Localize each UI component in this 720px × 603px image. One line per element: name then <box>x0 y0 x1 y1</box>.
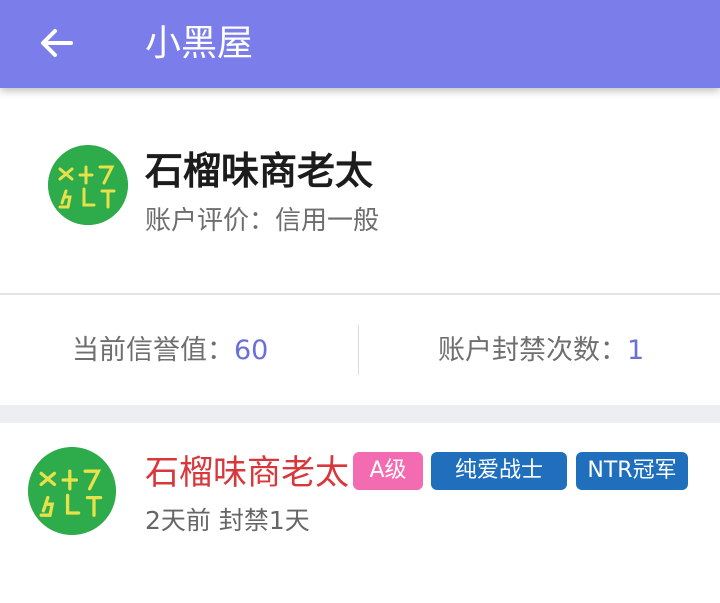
page-title: 小黑屋 <box>145 23 254 64</box>
section-divider <box>0 405 720 423</box>
ban-count-value: 1 <box>627 335 645 366</box>
credit-label: 当前信誉值： <box>72 335 234 366</box>
credit-value: 60 <box>234 335 269 366</box>
doodle-avatar-icon <box>28 447 116 535</box>
post-content-preview <box>28 593 428 603</box>
credit-stat: 当前信誉值：60 <box>72 333 268 369</box>
ban-record-card[interactable]: 石榴味商老太 A级 纯爱战士 NTR冠军 2天前 封禁1天 <box>0 423 720 603</box>
post-meta: 2天前 封禁1天 <box>145 506 310 535</box>
account-rating: 账户评价：信用一般 <box>145 206 380 236</box>
profile-header: 石榴味商老太 账户评价：信用一般 <box>0 88 720 293</box>
title-badge-pure-love: 纯爱战士 <box>431 452 567 490</box>
stats-row: 当前信誉值：60 账户封禁次数：1 <box>0 295 720 405</box>
level-badge: A级 <box>353 452 423 490</box>
stats-separator <box>358 325 359 375</box>
avatar[interactable] <box>48 145 128 225</box>
arrow-left-icon <box>41 29 73 57</box>
back-button[interactable] <box>30 18 84 68</box>
app-root: 小黑屋 石榴味商老太 账户评价：信用一般 当前信誉值：60 账户封禁次数：1 石… <box>0 0 720 603</box>
ban-count-label: 账户封禁次数： <box>438 335 627 366</box>
doodle-avatar-icon <box>48 145 128 225</box>
post-avatar[interactable] <box>28 447 116 535</box>
post-author-name[interactable]: 石榴味商老太 <box>145 451 349 495</box>
ban-count-stat: 账户封禁次数：1 <box>438 333 644 369</box>
title-badge-ntr: NTR冠军 <box>576 452 688 490</box>
top-app-bar: 小黑屋 <box>0 0 720 88</box>
profile-name: 石榴味商老太 <box>145 149 374 193</box>
